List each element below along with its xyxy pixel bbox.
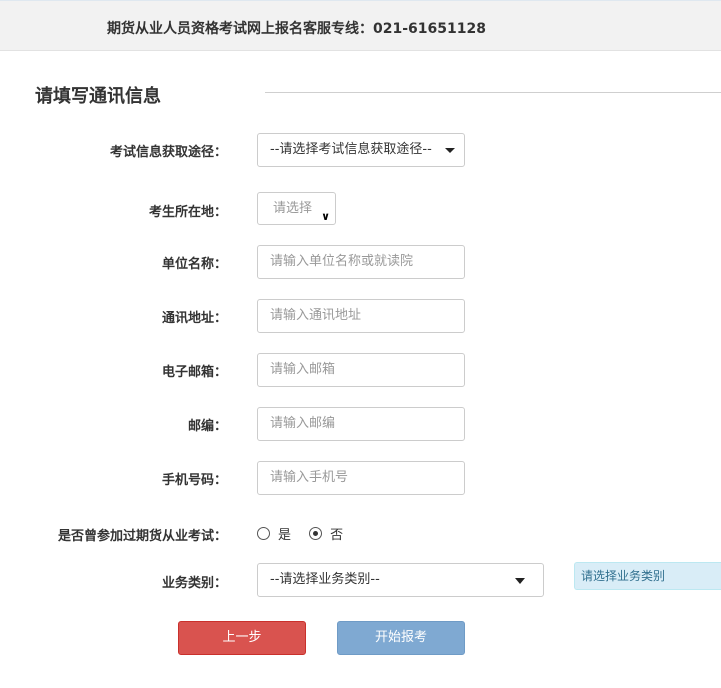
business-type-label: 业务类别： — [161, 576, 227, 591]
prev-step-button[interactable]: 上一步 — [178, 621, 306, 655]
company-input[interactable]: 请输入单位名称或就读院 — [257, 245, 465, 279]
section-divider — [265, 92, 721, 93]
section-title: 请填写通讯信息 — [35, 86, 161, 107]
mobile-placeholder: 请输入手机号 — [270, 470, 349, 485]
postcode-label: 邮编： — [187, 419, 227, 434]
previous-exam-radios: 是 否 — [257, 524, 357, 544]
email-placeholder: 请输入邮箱 — [270, 362, 336, 377]
info-source-label: 考试信息获取途径： — [109, 145, 227, 160]
region-select[interactable]: 请选择 ∨ — [257, 192, 336, 225]
postcode-row: 邮编： 请输入邮编 — [0, 407, 721, 441]
company-row: 单位名称： 请输入单位名称或就读院 — [0, 245, 721, 279]
info-source-selected: --请选择考试信息获取途径-- — [270, 142, 432, 157]
mobile-row: 手机号码： 请输入手机号 — [0, 461, 721, 495]
info-source-select[interactable]: --请选择考试信息获取途径-- — [257, 133, 465, 167]
company-placeholder: 请输入单位名称或就读院 — [270, 254, 414, 269]
caret-down-icon — [445, 148, 455, 153]
radio-no[interactable]: 否 — [309, 524, 343, 543]
top-banner: 期货从业人员资格考试网上报名客服专线：021-61651128 — [0, 0, 721, 51]
business-type-selected: --请选择业务类别-- — [270, 572, 380, 587]
start-apply-button[interactable]: 开始报考 — [337, 621, 465, 655]
business-type-hint: 请选择业务类别 — [574, 562, 721, 590]
radio-yes-circle[interactable] — [257, 527, 270, 540]
region-label: 考生所在地： — [148, 205, 227, 220]
radio-no-circle[interactable] — [309, 527, 323, 540]
radio-no-label: 否 — [330, 528, 344, 543]
address-placeholder: 请输入通讯地址 — [270, 308, 362, 323]
email-row: 电子邮箱： 请输入邮箱 — [0, 353, 721, 387]
address-input[interactable]: 请输入通讯地址 — [257, 299, 465, 333]
email-label: 电子邮箱： — [161, 365, 227, 380]
caret-down-icon — [515, 578, 525, 584]
mobile-input[interactable]: 请输入手机号 — [257, 461, 465, 495]
region-row: 考生所在地： 请选择 ∨ — [0, 192, 721, 226]
address-row: 通讯地址： 请输入通讯地址 — [0, 299, 721, 333]
address-label: 通讯地址： — [161, 311, 227, 326]
business-type-select[interactable]: --请选择业务类别-- — [257, 563, 544, 597]
postcode-placeholder: 请输入邮编 — [270, 416, 336, 431]
postcode-input[interactable]: 请输入邮编 — [257, 407, 465, 441]
hotline-text: 期货从业人员资格考试网上报名客服专线：021-61651128 — [107, 21, 486, 37]
company-label: 单位名称： — [161, 257, 227, 272]
region-selected: 请选择 — [273, 201, 313, 216]
mobile-label: 手机号码： — [161, 473, 227, 488]
email-field[interactable]: 请输入邮箱 — [257, 353, 465, 387]
previous-exam-label: 是否曾参加过期货从业考试： — [57, 529, 227, 544]
info-source-row: 考试信息获取途径： --请选择考试信息获取途径-- — [0, 133, 721, 167]
radio-yes[interactable]: 是 — [257, 524, 291, 543]
chevron-down-icon: ∨ — [321, 210, 330, 223]
previous-exam-row: 是否曾参加过期货从业考试： 是 否 — [0, 517, 721, 551]
radio-yes-label: 是 — [278, 528, 292, 543]
business-type-row: 业务类别： --请选择业务类别-- 请选择业务类别 — [0, 562, 721, 597]
